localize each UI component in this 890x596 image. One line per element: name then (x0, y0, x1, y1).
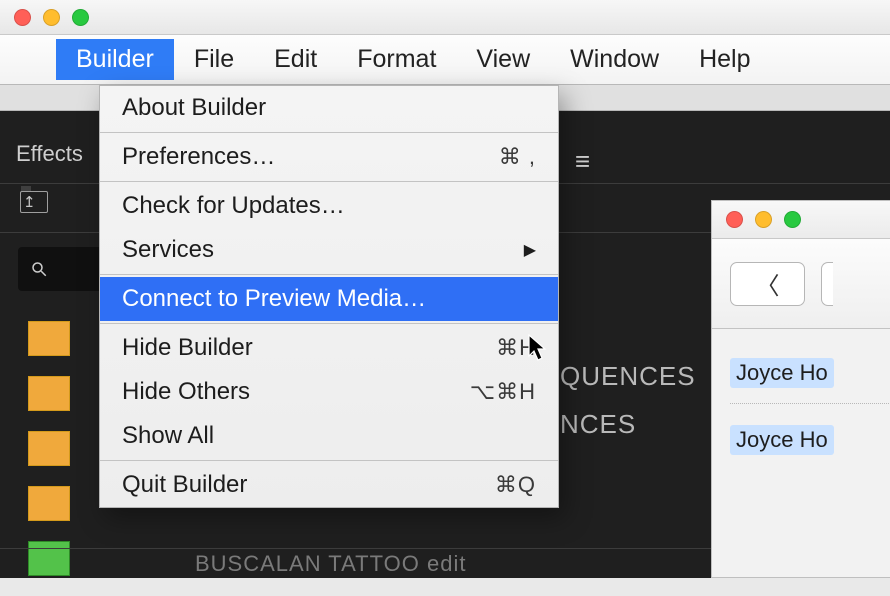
menu-item-label: About Builder (122, 94, 266, 122)
bottom-partial-label: BUSCALAN TATTOO edit (195, 551, 466, 577)
menu-item-label: Connect to Preview Media… (122, 285, 426, 313)
secondary-body: Joyce Ho Joyce Ho (712, 329, 890, 466)
menu-about-builder[interactable]: About Builder (100, 86, 558, 130)
edit-menu[interactable]: Edit (254, 39, 337, 80)
label-partial-nces: NCES (560, 409, 636, 440)
menu-separator (100, 181, 558, 182)
app-menu-builder[interactable]: Builder (56, 39, 174, 80)
forward-button-partial[interactable] (821, 262, 833, 306)
menu-separator (100, 274, 558, 275)
menu-item-label: Hide Builder (122, 334, 253, 362)
bin-item[interactable] (28, 486, 70, 521)
back-button[interactable]: 〈 (730, 262, 805, 306)
menu-item-label: Hide Others (122, 378, 250, 406)
folder-up-arrow-icon: ↥ (23, 193, 36, 211)
bin-item[interactable] (28, 376, 70, 411)
bin-item[interactable] (28, 321, 70, 356)
menu-bar: Builder File Edit Format View Window Hel… (0, 35, 890, 85)
secondary-window-titlebar (712, 201, 890, 239)
menu-check-updates[interactable]: Check for Updates… (100, 184, 558, 228)
menu-separator (100, 132, 558, 133)
menu-separator (100, 460, 558, 461)
secondary-window: 〈 Joyce Ho Joyce Ho (711, 200, 890, 578)
menu-hide-builder[interactable]: Hide Builder ⌘H (100, 326, 558, 370)
menu-item-label: Check for Updates… (122, 192, 345, 220)
menu-item-label: Show All (122, 422, 214, 450)
keyboard-shortcut: ⌘Q (495, 472, 536, 498)
menu-connect-preview-media[interactable]: Connect to Preview Media… (100, 277, 558, 321)
zoom-window-button[interactable] (72, 9, 89, 26)
minimize-window-button[interactable] (755, 211, 772, 228)
keyboard-shortcut: ⌘H (496, 335, 536, 361)
list-item[interactable]: Joyce Ho (730, 347, 890, 399)
list-item[interactable]: Joyce Ho (730, 414, 890, 466)
close-window-button[interactable] (726, 211, 743, 228)
list-item-label: Joyce Ho (730, 358, 834, 388)
menu-preferences[interactable]: Preferences… ⌘ , (100, 135, 558, 179)
menu-item-label: Preferences… (122, 143, 275, 171)
view-menu[interactable]: View (456, 39, 550, 80)
menu-hide-others[interactable]: Hide Others ⌥⌘H (100, 370, 558, 414)
file-menu[interactable]: File (174, 39, 254, 80)
window-titlebar (0, 0, 890, 35)
menu-item-label: Services (122, 236, 214, 264)
help-menu[interactable]: Help (679, 39, 770, 80)
format-menu[interactable]: Format (337, 39, 456, 80)
secondary-toolbar: 〈 (712, 239, 890, 329)
zoom-window-button[interactable] (784, 211, 801, 228)
window-menu[interactable]: Window (550, 39, 679, 80)
label-partial-sequences: QUENCES (560, 361, 696, 392)
list-item-label: Joyce Ho (730, 425, 834, 455)
menu-item-label: Quit Builder (122, 471, 247, 499)
chevron-left-icon: 〈 (756, 266, 780, 301)
app-dropdown-menu: About Builder Preferences… ⌘ , Check for… (99, 85, 559, 508)
keyboard-shortcut: ⌥⌘H (470, 379, 536, 405)
effects-panel-label: Effects (16, 141, 83, 167)
close-window-button[interactable] (14, 9, 31, 26)
bin-item[interactable] (28, 431, 70, 466)
menu-show-all[interactable]: Show All (100, 414, 558, 458)
minimize-window-button[interactable] (43, 9, 60, 26)
search-icon (30, 260, 48, 278)
menu-separator (100, 323, 558, 324)
list-separator (730, 403, 890, 404)
hamburger-icon[interactable]: ≡ (575, 146, 590, 177)
menu-quit-builder[interactable]: Quit Builder ⌘Q (100, 463, 558, 507)
keyboard-shortcut: ⌘ , (499, 144, 536, 170)
menu-services[interactable]: Services ▶ (100, 228, 558, 272)
submenu-arrow-icon: ▶ (524, 240, 536, 260)
